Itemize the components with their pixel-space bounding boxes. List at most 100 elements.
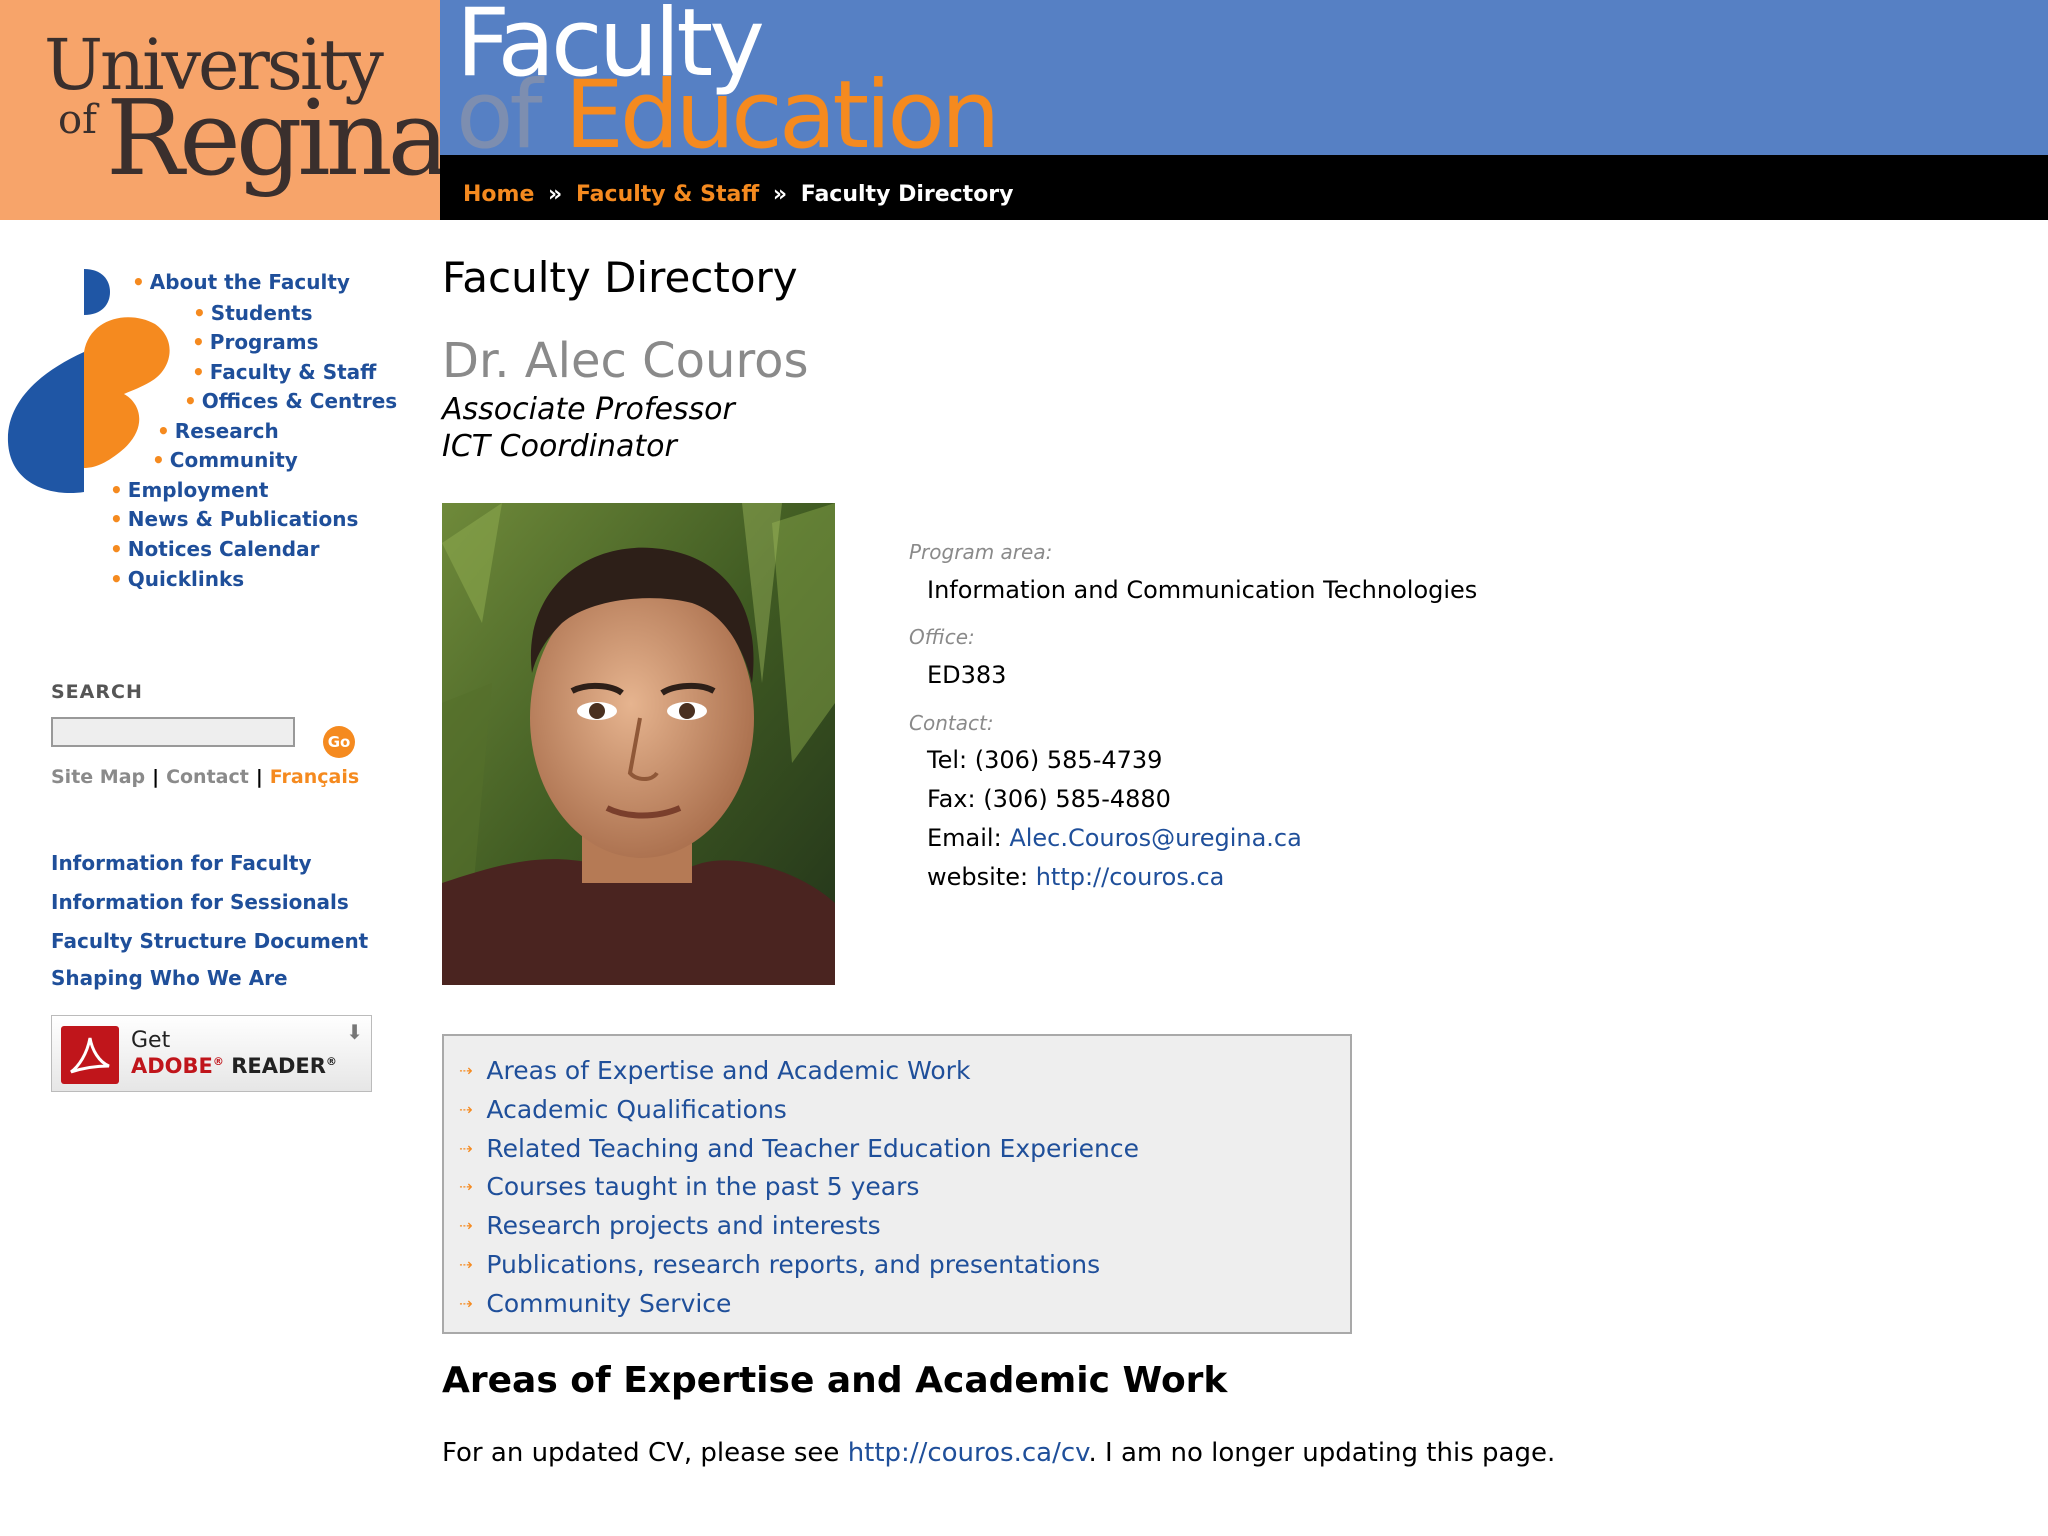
info-for-faculty-link[interactable]: Information for Faculty: [51, 851, 311, 875]
toc-label: Research projects and interests: [486, 1211, 881, 1240]
divider: |: [255, 766, 263, 788]
adobe-reader-text: ADOBE® READER®: [131, 1054, 337, 1078]
toc-link[interactable]: ⇢ Academic Qualifications: [459, 1095, 787, 1124]
nav-programs[interactable]: • Programs: [192, 330, 318, 354]
toc-label: Courses taught in the past 5 years: [486, 1172, 920, 1201]
bullet: •: [192, 330, 205, 354]
info-for-sessionals-link[interactable]: Information for Sessionals: [51, 890, 349, 914]
nav-label: Employment: [127, 478, 269, 502]
nav-quicklinks[interactable]: • Quicklinks: [110, 567, 244, 591]
nav-label: Programs: [209, 330, 319, 354]
toc-label: Related Teaching and Teacher Education E…: [486, 1134, 1139, 1163]
university-wordmark-line2: Regina: [106, 77, 450, 199]
registered-mark: ®: [325, 1055, 337, 1068]
person-role-2: ICT Coordinator: [442, 429, 677, 464]
nav-employment[interactable]: • Employment: [110, 478, 268, 502]
office-value: ED383: [927, 661, 1007, 689]
bullet: •: [110, 507, 123, 531]
nav-label: News & Publications: [127, 507, 359, 531]
search-input[interactable]: [51, 717, 295, 747]
email-row: Email: Alec.Couros@uregina.ca: [927, 824, 1302, 852]
breadcrumb-bar: Home » Faculty & Staff » Faculty Directo…: [440, 155, 2048, 220]
faculty-title-education: Education: [564, 61, 1001, 156]
nav-label: Community: [169, 448, 298, 472]
faculty-title-of: of: [456, 61, 543, 156]
bullet: •: [132, 270, 145, 294]
arrow-right-icon: ⇢: [459, 1294, 473, 1313]
arrow-right-icon: ⇢: [459, 1255, 473, 1274]
section-index: ⇢ Areas of Expertise and Academic Work ⇢ A…: [442, 1034, 1352, 1334]
contact-link[interactable]: Contact: [166, 766, 249, 788]
faculty-banner: Faculty of Education: [440, 0, 2048, 155]
breadcrumb-home-link[interactable]: Home: [463, 182, 534, 207]
nav-news-publications[interactable]: • News & Publications: [110, 507, 358, 531]
nav-label: Offices & Centres: [201, 389, 398, 413]
nav-community[interactable]: • Community: [152, 448, 298, 472]
francais-link[interactable]: Français: [270, 766, 359, 788]
website-link[interactable]: http://couros.ca: [1036, 863, 1225, 891]
section-heading: Areas of Expertise and Academic Work: [442, 1360, 1228, 1401]
adobe-pdf-icon: [61, 1026, 119, 1084]
adobe-word: ADOBE: [131, 1054, 213, 1078]
arrow-right-icon: ⇢: [459, 1216, 473, 1235]
nav-label: Quicklinks: [127, 567, 245, 591]
breadcrumb-separator: »: [772, 182, 788, 207]
toc-link[interactable]: ⇢ Areas of Expertise and Academic Work: [459, 1056, 970, 1085]
cv-paragraph: For an updated CV, please see http://cou…: [442, 1438, 1555, 1468]
registered-mark: ®: [212, 1055, 224, 1068]
nav-faculty-staff[interactable]: • Faculty & Staff: [192, 360, 376, 384]
breadcrumb-faculty-staff-link[interactable]: Faculty & Staff: [576, 182, 759, 207]
email-label: Email:: [927, 824, 1010, 852]
toc-link[interactable]: ⇢ Research projects and interests: [459, 1211, 881, 1240]
download-arrow-icon: ⬇: [346, 1020, 363, 1044]
get-adobe-reader-button[interactable]: Get ADOBE® READER® ⬇: [51, 1015, 372, 1092]
nav-label: Students: [210, 301, 313, 325]
bullet: •: [192, 360, 205, 384]
person-name: Dr. Alec Couros: [442, 333, 809, 389]
bullet: •: [110, 478, 123, 502]
nav-about-the-faculty[interactable]: • About the Faculty: [132, 270, 350, 294]
arrow-right-icon: ⇢: [459, 1100, 473, 1119]
site-map-link[interactable]: Site Map: [51, 766, 145, 788]
bullet: •: [157, 419, 170, 443]
cv-text-before: For an updated CV, please see: [442, 1438, 848, 1468]
search-go-button[interactable]: Go: [323, 726, 355, 758]
reader-word: READER: [223, 1054, 326, 1078]
arrow-right-icon: ⇢: [459, 1177, 473, 1196]
bullet: •: [184, 389, 197, 413]
bullet: •: [110, 567, 123, 591]
toc-link[interactable]: ⇢ Related Teaching and Teacher Education …: [459, 1134, 1139, 1163]
nav-notices-calendar[interactable]: • Notices Calendar: [110, 537, 320, 561]
nav-label: Faculty & Staff: [209, 360, 377, 384]
toc-label: Publications, research reports, and pres…: [486, 1250, 1101, 1279]
nav-research[interactable]: • Research: [157, 419, 279, 443]
program-area-label: Program area:: [909, 540, 1053, 564]
page-title: Faculty Directory: [442, 253, 798, 302]
program-area-value: Information and Communication Technologi…: [927, 576, 1478, 604]
faculty-structure-document-link[interactable]: Faculty Structure Document: [51, 929, 368, 953]
email-link[interactable]: Alec.Couros@uregina.ca: [1009, 824, 1302, 852]
nav-offices-centres[interactable]: • Offices & Centres: [184, 389, 397, 413]
toc-link[interactable]: ⇢ Community Service: [459, 1289, 731, 1318]
toc-label: Areas of Expertise and Academic Work: [486, 1056, 971, 1085]
shaping-who-we-are-link[interactable]: Shaping Who We Are: [51, 966, 288, 990]
toc-link[interactable]: ⇢ Courses taught in the past 5 years: [459, 1172, 919, 1201]
divider: |: [152, 766, 160, 788]
contact-label: Contact:: [909, 711, 994, 735]
website-row: website: http://couros.ca: [927, 863, 1224, 891]
university-logo[interactable]: University of Regina: [0, 0, 450, 220]
person-role-1: Associate Professor: [442, 392, 735, 427]
bullet: •: [193, 301, 206, 325]
adobe-get-text: Get: [131, 1028, 171, 1053]
utility-links: Site Map | Contact | Français: [51, 766, 359, 788]
website-label: website:: [927, 863, 1036, 891]
faculty-title-line2: of Education: [456, 66, 1000, 156]
nav-label: About the Faculty: [149, 270, 350, 294]
breadcrumb-current: Faculty Directory: [800, 182, 1014, 207]
breadcrumb: Home » Faculty & Staff » Faculty Directo…: [463, 182, 1014, 207]
toc-link[interactable]: ⇢ Publications, research reports, and pre…: [459, 1250, 1100, 1279]
search-label: SEARCH: [51, 681, 143, 703]
nav-students[interactable]: • Students: [193, 301, 313, 325]
toc-label: Community Service: [486, 1289, 732, 1318]
cv-link[interactable]: http://couros.ca/cv: [848, 1438, 1089, 1468]
